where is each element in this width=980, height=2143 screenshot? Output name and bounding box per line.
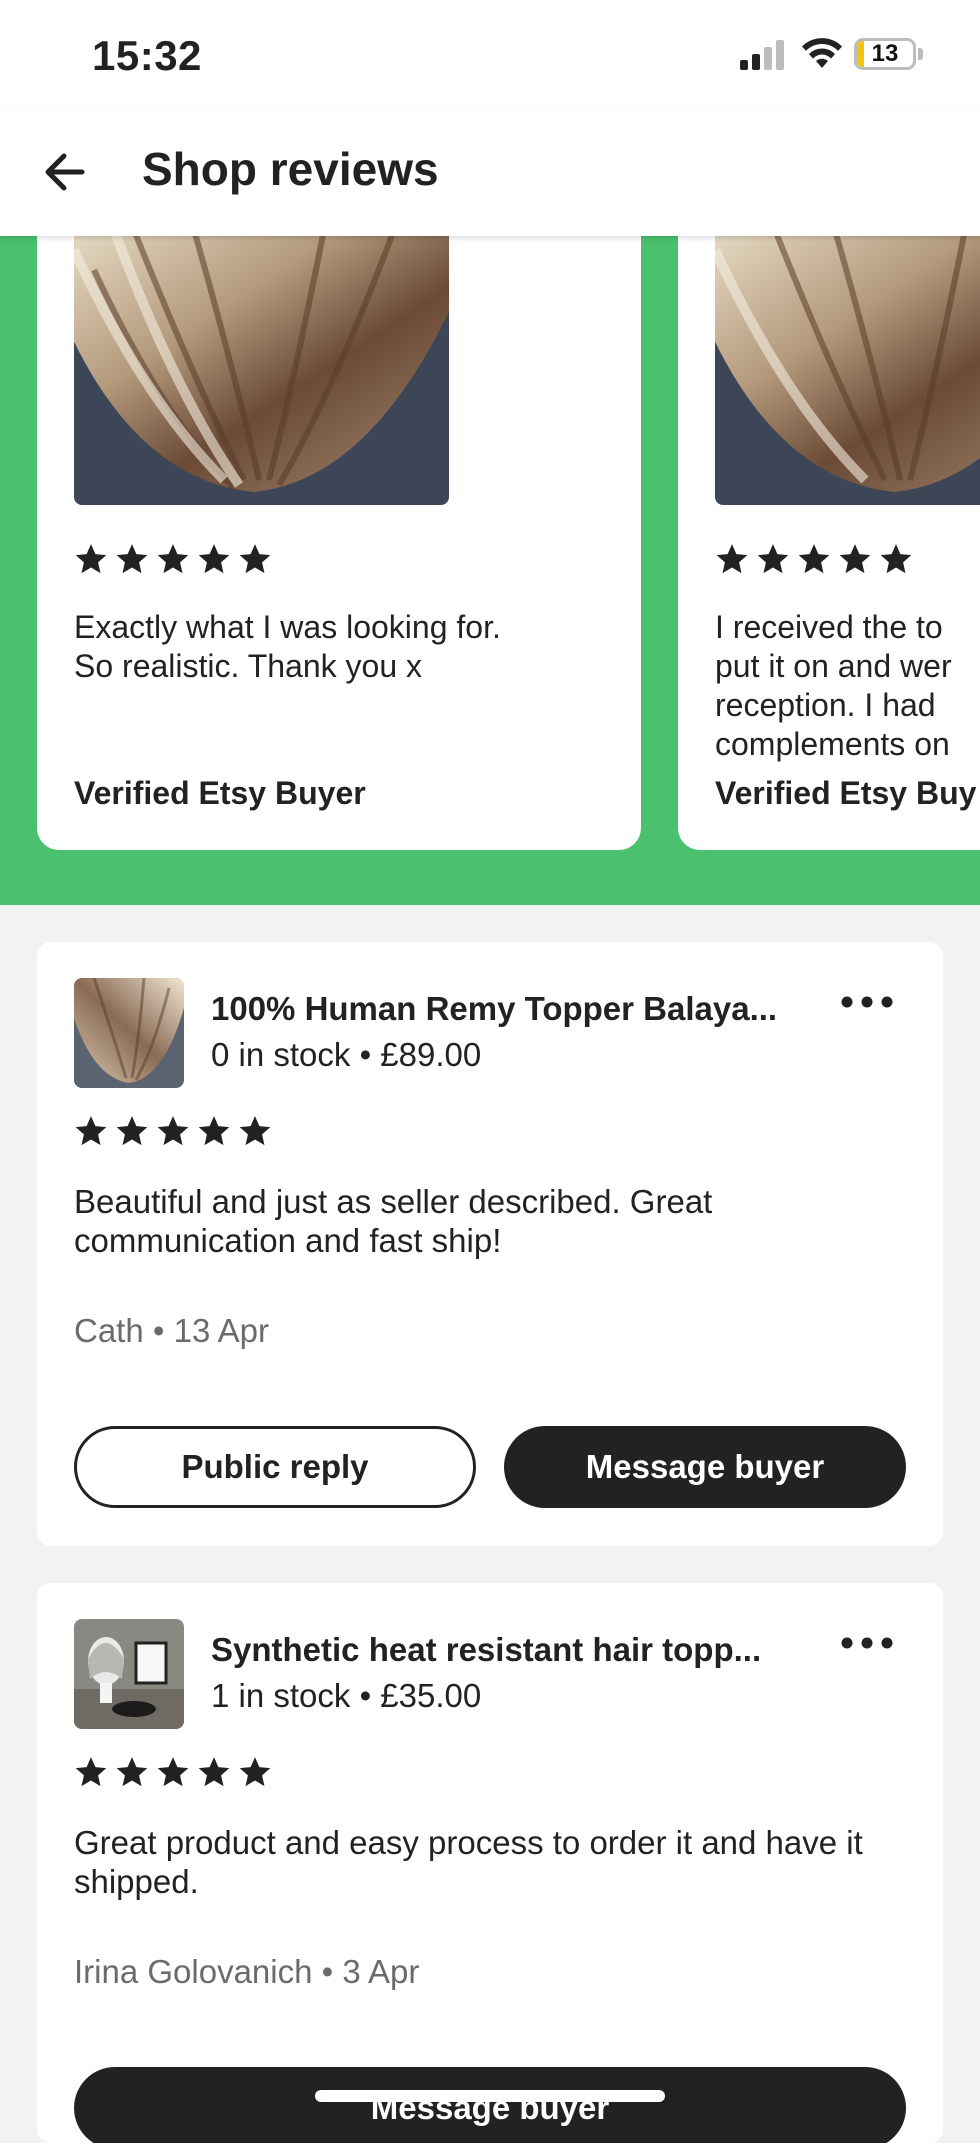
review-buyer: Verified Etsy Buy bbox=[715, 775, 977, 811]
star-icon bbox=[715, 542, 749, 576]
featured-reviews-carousel[interactable]: Exactly what I was looking for. So reali… bbox=[0, 230, 980, 905]
star-icon bbox=[879, 542, 913, 576]
review-card: Synthetic heat resistant hair topp... 1 … bbox=[37, 1583, 943, 2143]
back-arrow-icon[interactable] bbox=[38, 146, 90, 198]
star-icon bbox=[74, 1114, 108, 1148]
status-bar: 15:32 13 bbox=[0, 0, 980, 110]
star-icon bbox=[197, 542, 231, 576]
star-icon bbox=[197, 1755, 231, 1789]
star-icon bbox=[797, 542, 831, 576]
star-icon bbox=[197, 1114, 231, 1148]
star-icon bbox=[156, 542, 190, 576]
battery-percent: 13 bbox=[871, 40, 899, 67]
product-thumbnail[interactable] bbox=[74, 1619, 184, 1729]
star-icon bbox=[74, 1755, 108, 1789]
star-icon bbox=[238, 1114, 272, 1148]
star-icon bbox=[74, 542, 108, 576]
review-author-date: Irina Golovanich • 3 Apr bbox=[74, 1953, 420, 1990]
review-photo[interactable] bbox=[74, 230, 449, 505]
featured-review-card[interactable]: I received the to put it on and wer rece… bbox=[678, 230, 980, 850]
star-icon bbox=[156, 1114, 190, 1148]
synthetic-topper-image bbox=[74, 1619, 184, 1729]
star-rating bbox=[74, 1114, 272, 1148]
featured-review-card[interactable]: Exactly what I was looking for. So reali… bbox=[37, 230, 641, 850]
review-buyer: Verified Etsy Buyer bbox=[74, 775, 366, 811]
battery-icon: 13 bbox=[854, 38, 916, 70]
hair-topper-image bbox=[715, 230, 980, 505]
message-buyer-button[interactable]: Message buyer bbox=[504, 1426, 906, 1508]
battery-nub bbox=[918, 48, 923, 60]
star-icon bbox=[115, 1755, 149, 1789]
review-text: Exactly what I was looking for. So reali… bbox=[74, 609, 501, 684]
product-stock-price: 1 in stock • £35.00 bbox=[211, 1677, 482, 1714]
cellular-signal-icon bbox=[740, 40, 784, 70]
review-text: I received the to put it on and wer rece… bbox=[715, 609, 952, 762]
star-rating bbox=[74, 1755, 272, 1789]
more-options-icon[interactable] bbox=[837, 1631, 897, 1655]
home-indicator[interactable] bbox=[315, 2090, 665, 2102]
star-icon bbox=[838, 542, 872, 576]
app-header: Shop reviews bbox=[0, 110, 980, 236]
star-icon bbox=[115, 542, 149, 576]
star-icon bbox=[238, 1755, 272, 1789]
review-author-date: Cath • 13 Apr bbox=[74, 1312, 270, 1349]
star-icon bbox=[156, 1755, 190, 1789]
wifi-icon bbox=[802, 38, 842, 68]
product-thumbnail[interactable] bbox=[74, 978, 184, 1088]
star-icon bbox=[756, 542, 790, 576]
star-rating bbox=[74, 542, 272, 576]
status-time: 15:32 bbox=[92, 32, 202, 79]
product-stock-price: 0 in stock • £89.00 bbox=[211, 1036, 482, 1073]
more-options-icon[interactable] bbox=[837, 990, 897, 1014]
message-buyer-button[interactable]: Message buyer bbox=[74, 2067, 906, 2143]
star-icon bbox=[115, 1114, 149, 1148]
review-card: 100% Human Remy Topper Balaya... 0 in st… bbox=[37, 942, 943, 1546]
star-rating bbox=[715, 542, 913, 576]
review-photo[interactable] bbox=[715, 230, 980, 505]
product-title[interactable]: 100% Human Remy Topper Balaya... bbox=[211, 990, 811, 1028]
page-title: Shop reviews bbox=[142, 143, 439, 195]
hair-topper-image bbox=[74, 978, 184, 1088]
review-text: Great product and easy process to order … bbox=[74, 1824, 863, 1900]
hair-topper-image bbox=[74, 230, 449, 505]
product-title[interactable]: Synthetic heat resistant hair topp... bbox=[211, 1631, 811, 1669]
review-text: Beautiful and just as seller described. … bbox=[74, 1183, 713, 1259]
public-reply-button[interactable]: Public reply bbox=[74, 1426, 476, 1508]
star-icon bbox=[238, 542, 272, 576]
